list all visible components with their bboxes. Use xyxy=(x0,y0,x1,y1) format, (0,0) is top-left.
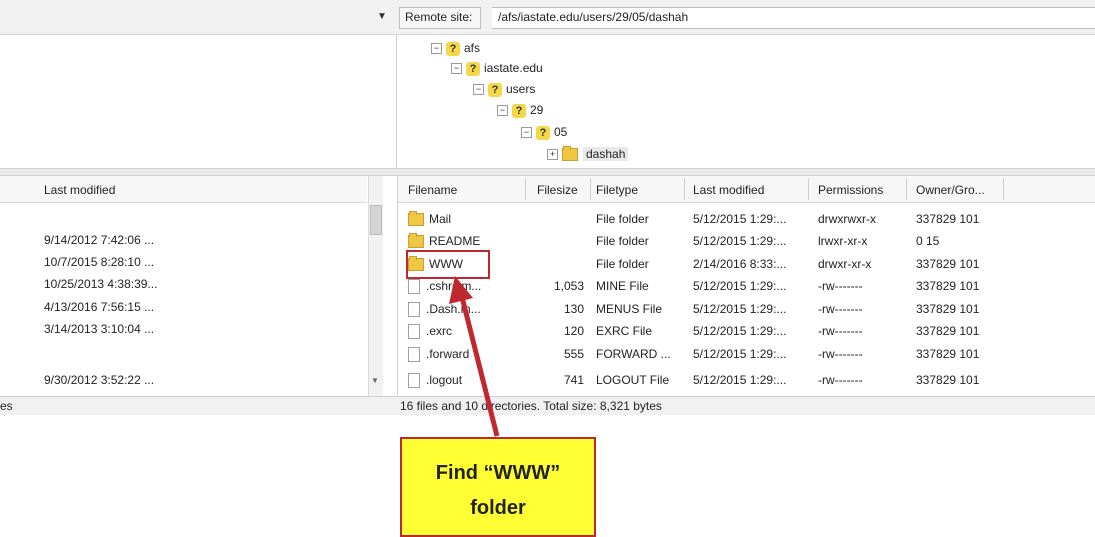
callout-title: Find “WWW” xyxy=(435,462,561,484)
arrow-shaft xyxy=(459,296,500,437)
arrow-head-icon xyxy=(449,276,473,304)
callout-subtitle: folder xyxy=(470,497,526,519)
callout-box xyxy=(400,437,596,537)
